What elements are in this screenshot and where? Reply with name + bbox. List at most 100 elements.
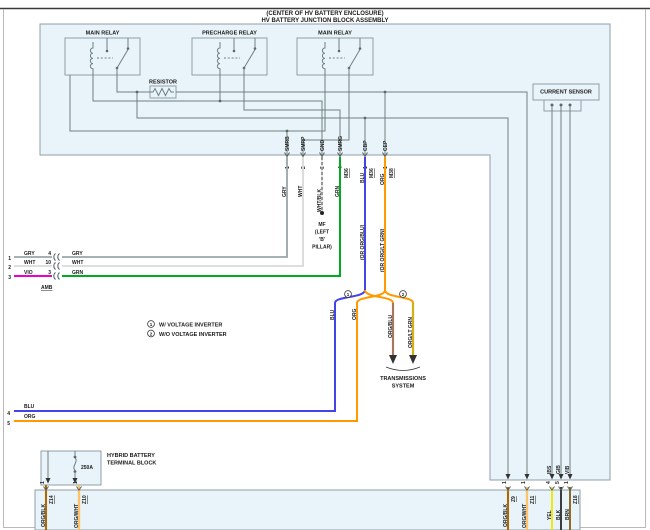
current-sensor-label: CURRENT SENSOR	[540, 90, 592, 96]
row2-wire-label: ORG	[24, 414, 36, 420]
transmission-arrow	[389, 355, 397, 364]
wire-org-option1	[14, 303, 358, 422]
branch-label-org: ORG	[352, 309, 358, 321]
branch-label-blu: BLU	[330, 309, 336, 320]
pin-number: 1	[564, 481, 570, 484]
relay-contact-dot	[232, 49, 236, 53]
junction-wires	[62, 157, 386, 290]
connector-code: Z14	[49, 495, 55, 504]
right-pin-10: 10	[45, 260, 51, 266]
terminal-block-label-1: HYBRID BATTERY	[107, 453, 155, 459]
wire-label: YEL	[547, 510, 553, 520]
pin-name-smrb: SMRB	[285, 136, 291, 151]
branch-label-orgblu: ORG/BLU	[388, 315, 394, 338]
junction-dot	[135, 90, 139, 94]
legend-text-2: W/O VOLTAGE INVERTER	[159, 332, 227, 338]
left-wire-wht: WHT	[24, 260, 35, 266]
connector-code-amb: AMB	[41, 285, 53, 291]
connector-code: M38	[389, 168, 395, 178]
legend-num-2: 2	[150, 331, 153, 336]
branch-label-orgltgrn: ORG/LT GRN	[408, 317, 414, 348]
pin-number: 1	[73, 481, 79, 484]
wire-label: ORG/BLK	[503, 504, 509, 527]
transmission-arrow	[409, 355, 417, 364]
main-relay-1-label: MAIN RELAY	[86, 31, 120, 37]
sensor-pin-ibs-label: IBS	[547, 465, 553, 474]
pin-number: 1	[502, 481, 508, 484]
relay-contact-dot	[105, 49, 109, 53]
pin-name-cep: CEP	[383, 140, 389, 151]
main-relay-2-label: MAIN RELAY	[318, 31, 352, 37]
sensor-pin-gib-label: GIB	[556, 465, 562, 474]
junction-pin-row: SMRB SMRP GND SMRG CBP CEP 1 2 3 4 1 1 M…	[282, 136, 395, 272]
wire-blu-option1	[14, 303, 336, 412]
bottom-connector-strip	[34, 489, 581, 530]
mf-line3: 'B'	[319, 237, 325, 243]
row1-wire-label: BLU	[24, 404, 35, 410]
transmission-label-1: TRANSMISSIONS	[380, 376, 426, 382]
pin-number: 4	[546, 481, 552, 484]
connector-symbol	[53, 272, 60, 280]
row1-pin: 4	[7, 411, 10, 417]
legend: 1 W/ VOLTAGE INVERTER 2 W/O VOLTAGE INVE…	[147, 320, 227, 338]
relay-contact-dot	[337, 49, 341, 53]
connector-code: M36	[369, 168, 375, 178]
mf-line4: PILLAR)	[312, 245, 332, 251]
header-line2: HV BATTERY JUNCTION BLOCK ASSEMBLY	[261, 18, 388, 24]
mf-ground: MF (LEFT 'B' PILLAR)	[312, 211, 332, 251]
wire-wht	[62, 157, 304, 267]
legend-text-1: W/ VOLTAGE INVERTER	[159, 323, 222, 329]
pin-number: 2	[301, 166, 307, 169]
pin-number: 1	[521, 481, 527, 484]
connector-code: Z9	[511, 496, 517, 502]
row2-pin: 5	[7, 421, 10, 427]
wire-label: ORG/BLK	[41, 504, 47, 527]
relay-tip-dot	[358, 47, 362, 50]
wire-label: BRN	[565, 509, 571, 520]
pin-number: 1	[285, 166, 291, 169]
junction-dot	[285, 129, 289, 133]
precharge-relay-label: PRECHARGE RELAY	[202, 31, 257, 37]
wire-label: BLK	[556, 509, 562, 520]
relay-tip-dot	[126, 47, 130, 50]
resistor-label: RESISTOR	[149, 80, 177, 86]
wire-grn	[62, 157, 341, 277]
wire-gry	[62, 157, 288, 258]
connector-symbol	[53, 253, 60, 261]
pin-number: 5	[555, 481, 561, 484]
left-wire-vio: VIO	[24, 270, 33, 276]
terminal-block-label-2: TERMINAL BLOCK	[107, 461, 156, 467]
right-wire-wht: WHT	[72, 260, 83, 266]
mf-line2: (LEFT	[315, 230, 329, 236]
right-pin-4: 4	[48, 251, 51, 257]
pin-name-smrp: SMRP	[301, 136, 307, 151]
relay-tip-dot	[253, 47, 257, 50]
fuse-rating: 250A	[81, 465, 93, 471]
left-pin-1: 1	[8, 256, 11, 262]
connector-code: Z18	[573, 495, 579, 504]
branch-curve-org-right	[384, 289, 414, 304]
legend-num-1: 1	[150, 322, 153, 327]
bottom-left-rows: 4 BLU 5 ORG	[7, 404, 35, 427]
left-wire-gry: GRY	[24, 251, 35, 257]
junction-dot	[383, 90, 387, 94]
left-pin-3: 3	[8, 275, 11, 281]
junction-dot	[363, 116, 367, 120]
right-wire-gry: GRY	[72, 251, 83, 257]
pin-name-gnd: GND	[320, 140, 326, 152]
right-wire-grn: GRN	[72, 270, 84, 276]
connector-symbol	[53, 262, 60, 270]
sensor-pin-vib-label: VIB	[565, 465, 571, 474]
mf-line1: MF	[318, 222, 325, 228]
wire-label: ORG/WHT	[522, 504, 528, 528]
connector-code: M36	[344, 168, 350, 178]
option-branch: 1 2 BLU ORG ORG/BLU ORG/LT GRN TRANSMISS…	[14, 289, 426, 422]
pin-name-smrg: SMRG	[338, 136, 344, 151]
right-pin-3: 3	[48, 270, 51, 276]
fuse-terminal-dot	[73, 455, 77, 459]
header: (CENTER OF HV BATTERY ENCLOSURE) HV BATT…	[261, 11, 388, 24]
connector-code: Z10	[82, 495, 88, 504]
ground-dot	[320, 211, 324, 215]
wiring-diagram: (CENTER OF HV BATTERY ENCLOSURE) HV BATT…	[0, 7, 650, 530]
connector-code: Z11	[530, 495, 536, 504]
